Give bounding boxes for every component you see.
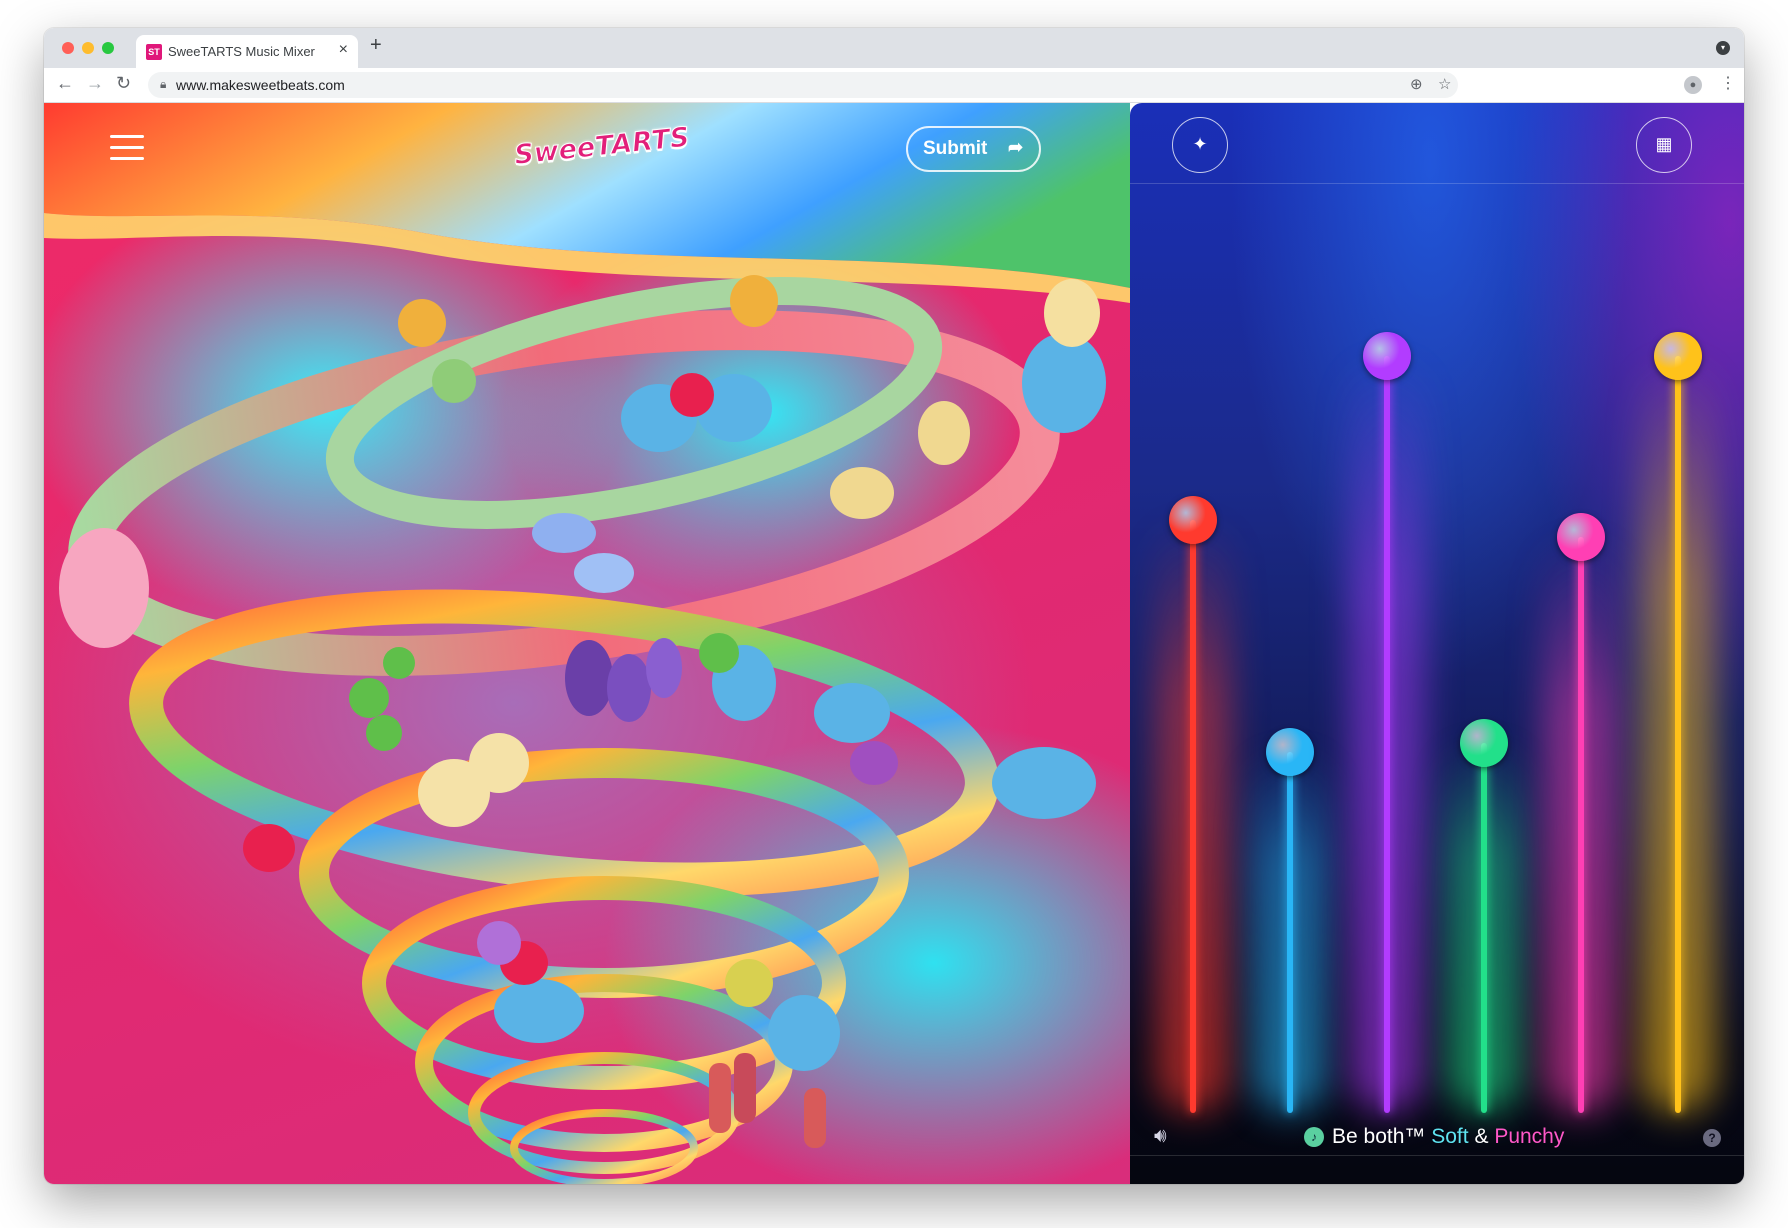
- slider-area: [1130, 103, 1744, 1184]
- slider-track-red-rope[interactable]: [1190, 519, 1196, 1113]
- back-icon[interactable]: ←: [56, 73, 74, 94]
- zoom-icon[interactable]: ⊕: [1410, 75, 1423, 93]
- address-bar[interactable]: 🔒︎ www.makesweetbeats.com ⊕ ☆: [148, 72, 1458, 98]
- tagline-amp: &: [1474, 1125, 1489, 1148]
- bookmark-star-icon[interactable]: ☆: [1438, 75, 1451, 93]
- share-arrow-icon: ➦: [1008, 137, 1024, 157]
- slider-knob-yellow-tart[interactable]: [1654, 332, 1702, 381]
- page-viewport: SweeTARTS Submit ➦ ✦ ▦ 🔊︎ ♪ Be both™ Soft…: [44, 103, 1744, 1184]
- slider-track-green-gummies[interactable]: [1481, 743, 1487, 1113]
- slider-knob-purple-tart[interactable]: [1363, 332, 1411, 381]
- close-window-button[interactable]: [62, 42, 74, 54]
- slider-knob-green-gummies[interactable]: [1460, 719, 1508, 768]
- hamburger-menu-button[interactable]: [110, 135, 144, 161]
- tagline: ♪ Be both™ Soft & Punchy: [1304, 1125, 1564, 1149]
- submit-label: Submit: [923, 138, 988, 159]
- mixer-panel: ✦ ▦ 🔊︎ ♪ Be both™ Soft & Punchy ?: [1130, 103, 1744, 1184]
- tagline-punchy: Punchy: [1494, 1125, 1565, 1148]
- tab-title: SweeTARTS Music Mixer: [168, 44, 315, 59]
- favicon-icon: ST: [146, 44, 162, 60]
- slider-knob-red-rope[interactable]: [1169, 495, 1217, 544]
- url-text[interactable]: www.makesweetbeats.com: [176, 77, 345, 93]
- bottom-divider: [1130, 1155, 1744, 1156]
- browser-toolbar: ← → ↻ 🔒︎ www.makesweetbeats.com ⊕ ☆ ● ⋮: [44, 68, 1744, 103]
- candy-scene[interactable]: SweeTARTS Submit ➦: [44, 103, 1130, 1184]
- slider-track-pink-tart[interactable]: [1578, 536, 1584, 1113]
- browser-window: ST SweeTARTS Music Mixer × + ▾ ← → ↻ 🔒︎ …: [44, 28, 1744, 1184]
- slider-track-yellow-tart[interactable]: [1675, 356, 1681, 1113]
- slider-track-blue-rope[interactable]: [1287, 751, 1293, 1113]
- kebab-menu-icon[interactable]: ⋮: [1720, 73, 1736, 93]
- music-note-icon: ♪: [1304, 1127, 1324, 1147]
- reload-icon[interactable]: ↻: [116, 73, 131, 94]
- slider-knob-pink-tart[interactable]: [1557, 512, 1605, 561]
- minimize-window-button[interactable]: [82, 42, 94, 54]
- candy-scene-artwork: [44, 103, 1130, 1184]
- new-tab-button[interactable]: +: [370, 34, 382, 57]
- tagline-soft: Soft: [1431, 1125, 1469, 1148]
- submit-button[interactable]: Submit ➦: [906, 126, 1041, 172]
- maximize-window-button[interactable]: [102, 42, 114, 54]
- tagline-prefix: Be both™: [1332, 1125, 1426, 1148]
- volume-icon[interactable]: 🔊︎: [1154, 1125, 1167, 1148]
- help-icon[interactable]: ?: [1703, 1129, 1721, 1147]
- tab-search-icon[interactable]: ▾: [1716, 41, 1730, 55]
- tab-strip: ST SweeTARTS Music Mixer × + ▾: [44, 28, 1744, 68]
- tab-close-icon[interactable]: ×: [339, 41, 348, 59]
- tab-sweetarts-music-mixer[interactable]: ST SweeTARTS Music Mixer ×: [136, 35, 358, 68]
- forward-icon[interactable]: →: [86, 73, 104, 94]
- lock-icon: 🔒︎: [160, 77, 167, 91]
- slider-knob-blue-rope[interactable]: [1266, 727, 1314, 776]
- slider-track-purple-tart[interactable]: [1384, 356, 1390, 1113]
- profile-icon[interactable]: ●: [1684, 76, 1702, 94]
